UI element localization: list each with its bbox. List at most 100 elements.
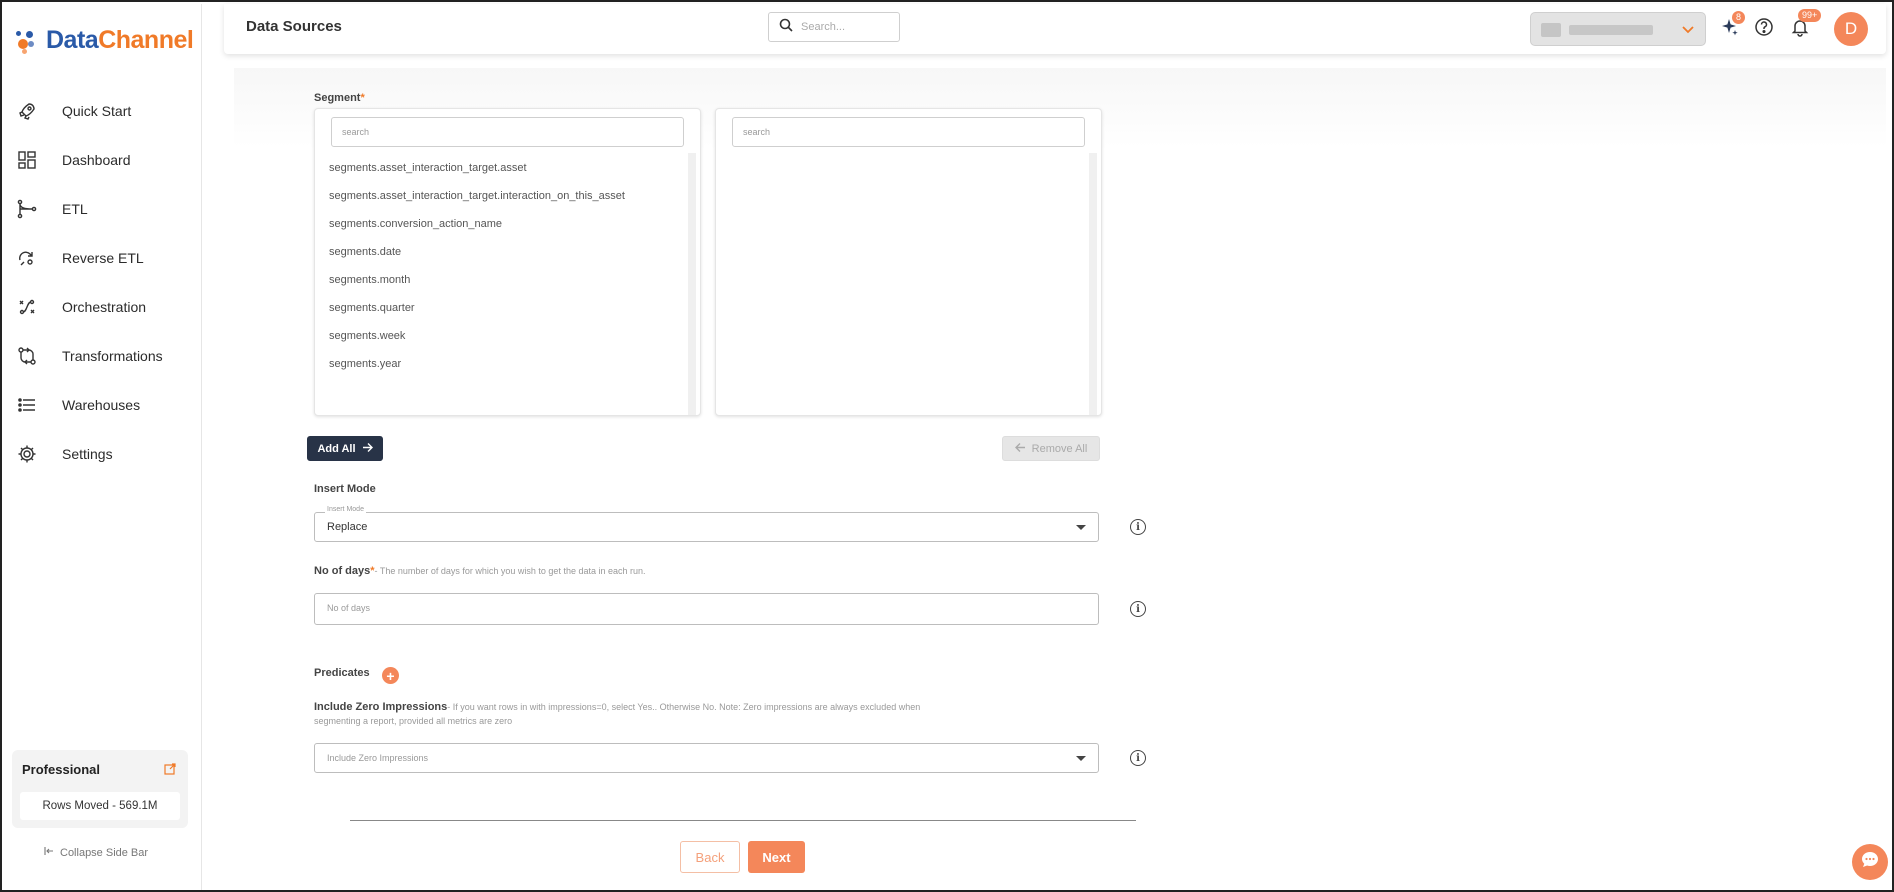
sidebar-item-transformations[interactable]: Transformations bbox=[4, 331, 202, 380]
info-icon[interactable]: i bbox=[1130, 750, 1146, 766]
dropdown-caret-icon bbox=[1076, 756, 1086, 761]
selected-segments-search[interactable]: search bbox=[732, 117, 1085, 147]
orchestration-icon bbox=[16, 296, 38, 318]
collapse-sidebar-label: Collapse Side Bar bbox=[60, 846, 149, 859]
insert-mode-float-label: Insert Mode bbox=[325, 506, 366, 513]
include-zero-select[interactable]: Include Zero Impressions bbox=[314, 743, 1099, 773]
no-of-days-hint: - The number of days for which you wish … bbox=[374, 566, 646, 576]
list-item[interactable]: segments.week bbox=[329, 329, 625, 357]
chat-support-button[interactable] bbox=[1852, 844, 1888, 880]
include-zero-label: Include Zero Impressions- If you want ro… bbox=[314, 700, 920, 728]
info-icon[interactable]: i bbox=[1130, 519, 1146, 535]
selected-segments-panel: search bbox=[715, 108, 1102, 416]
plus-icon: + bbox=[386, 667, 395, 684]
sidebar-item-label: Reverse ETL bbox=[62, 249, 144, 266]
sidebar-item-reverse-etl[interactable]: Reverse ETL bbox=[4, 233, 202, 282]
ai-sparkle-button[interactable]: 8 bbox=[1718, 11, 1746, 41]
info-icon[interactable]: i bbox=[1130, 601, 1146, 617]
external-link-icon[interactable] bbox=[164, 762, 176, 775]
divider bbox=[350, 820, 1136, 821]
sidebar-item-etl[interactable]: ETL bbox=[4, 184, 202, 233]
warehouses-icon bbox=[16, 394, 38, 416]
sidebar-item-settings[interactable]: Settings bbox=[4, 429, 202, 478]
dashboard-icon bbox=[16, 149, 38, 171]
ai-badge: 8 bbox=[1732, 11, 1746, 24]
back-button[interactable]: Back bbox=[680, 841, 740, 873]
segment-label-text: Segment bbox=[314, 92, 361, 104]
sidebar-item-label: Settings bbox=[62, 445, 113, 462]
logo-text-data: Data bbox=[46, 26, 99, 54]
account-logo-blurred bbox=[1541, 23, 1561, 37]
sidebar-item-label: Transformations bbox=[62, 347, 163, 364]
arrow-left-icon bbox=[1014, 442, 1026, 456]
remove-all-button[interactable]: Remove All bbox=[1002, 436, 1100, 461]
search-placeholder: Search... bbox=[801, 21, 846, 33]
account-name-blurred bbox=[1569, 25, 1653, 35]
scrollbar[interactable] bbox=[1089, 153, 1097, 415]
gear-icon bbox=[16, 443, 38, 465]
collapse-sidebar-button[interactable]: Collapse Side Bar bbox=[44, 846, 148, 859]
sidebar-item-label: Quick Start bbox=[62, 102, 132, 119]
required-mark: * bbox=[360, 92, 365, 104]
segment-label: Segment* bbox=[314, 92, 365, 104]
list-item[interactable]: segments.asset_interaction_target.intera… bbox=[329, 189, 625, 217]
next-button[interactable]: Next bbox=[748, 841, 805, 873]
logo-text-channel: Channel bbox=[98, 26, 194, 54]
account-selector[interactable] bbox=[1530, 12, 1706, 46]
sidebar-item-label: Warehouses bbox=[62, 396, 141, 413]
sidebar: DataChannel Quick Start Dashboard ETL Re… bbox=[4, 4, 202, 890]
user-avatar[interactable]: D bbox=[1834, 12, 1868, 46]
include-zero-label-text: Include Zero Impressions bbox=[314, 701, 448, 713]
chat-icon bbox=[1859, 849, 1881, 876]
notification-badge: 99+ bbox=[1798, 9, 1822, 22]
scrollbar[interactable] bbox=[688, 153, 696, 415]
no-of-days-input[interactable]: No of days bbox=[314, 593, 1099, 625]
top-header: Data Sources Search... 8 99+ D bbox=[224, 4, 1886, 54]
datachannel-logo[interactable]: DataChannel bbox=[16, 26, 194, 55]
collapse-arrow-icon bbox=[44, 846, 54, 859]
help-button[interactable] bbox=[1752, 17, 1776, 41]
no-of-days-label: No of days*- The number of days for whic… bbox=[314, 565, 646, 577]
transformations-icon bbox=[16, 345, 38, 367]
available-segments-panel: search segments.asset_interaction_target… bbox=[314, 108, 701, 416]
rocket-icon bbox=[16, 100, 38, 122]
help-icon bbox=[1754, 17, 1774, 42]
no-of-days-placeholder: No of days bbox=[327, 603, 371, 613]
logo-mark-icon bbox=[16, 27, 44, 55]
available-segments-search[interactable]: search bbox=[331, 117, 684, 147]
page-title: Data Sources bbox=[246, 18, 342, 35]
insert-mode-select[interactable]: Insert Mode Replace bbox=[314, 506, 1099, 542]
arrow-right-icon bbox=[362, 442, 373, 456]
add-all-label: Add All bbox=[317, 442, 356, 455]
add-predicate-button[interactable]: + bbox=[382, 667, 399, 684]
list-item[interactable]: segments.date bbox=[329, 245, 625, 273]
no-of-days-label-text: No of days bbox=[314, 565, 371, 577]
include-zero-hint-2: segmenting a report, provided all metric… bbox=[314, 716, 513, 726]
list-item[interactable]: segments.asset_interaction_target.asset bbox=[329, 161, 625, 189]
list-item[interactable]: segments.conversion_action_name bbox=[329, 217, 625, 245]
sidebar-item-orchestration[interactable]: Orchestration bbox=[4, 282, 202, 331]
list-item[interactable]: segments.year bbox=[329, 357, 625, 385]
sidebar-item-label: ETL bbox=[62, 200, 88, 217]
notifications-button[interactable]: 99+ bbox=[1788, 9, 1822, 41]
predicates-label: Predicates bbox=[314, 667, 370, 679]
rows-moved-value: Rows Moved - 569.1M bbox=[20, 792, 180, 820]
sidebar-item-label: Orchestration bbox=[62, 298, 147, 315]
add-all-button[interactable]: Add All bbox=[307, 436, 383, 461]
sidebar-nav: Quick Start Dashboard ETL Reverse ETL Or… bbox=[4, 86, 202, 478]
sidebar-item-dashboard[interactable]: Dashboard bbox=[4, 135, 202, 184]
list-item[interactable]: segments.quarter bbox=[329, 301, 625, 329]
sidebar-item-quick-start[interactable]: Quick Start bbox=[4, 86, 202, 135]
search-input[interactable]: Search... bbox=[768, 12, 900, 42]
available-segments-list: segments.asset_interaction_target.asset … bbox=[329, 161, 625, 385]
sidebar-item-label: Dashboard bbox=[62, 151, 131, 168]
plan-title: Professional bbox=[22, 762, 101, 777]
search-icon bbox=[779, 18, 793, 37]
etl-icon bbox=[16, 198, 38, 220]
remove-all-label: Remove All bbox=[1031, 442, 1088, 455]
sidebar-item-warehouses[interactable]: Warehouses bbox=[4, 380, 202, 429]
reverse-etl-icon bbox=[16, 247, 38, 269]
plan-card: Professional Rows Moved - 569.1M bbox=[12, 750, 188, 828]
chevron-down-icon bbox=[1681, 22, 1695, 41]
list-item[interactable]: segments.month bbox=[329, 273, 625, 301]
